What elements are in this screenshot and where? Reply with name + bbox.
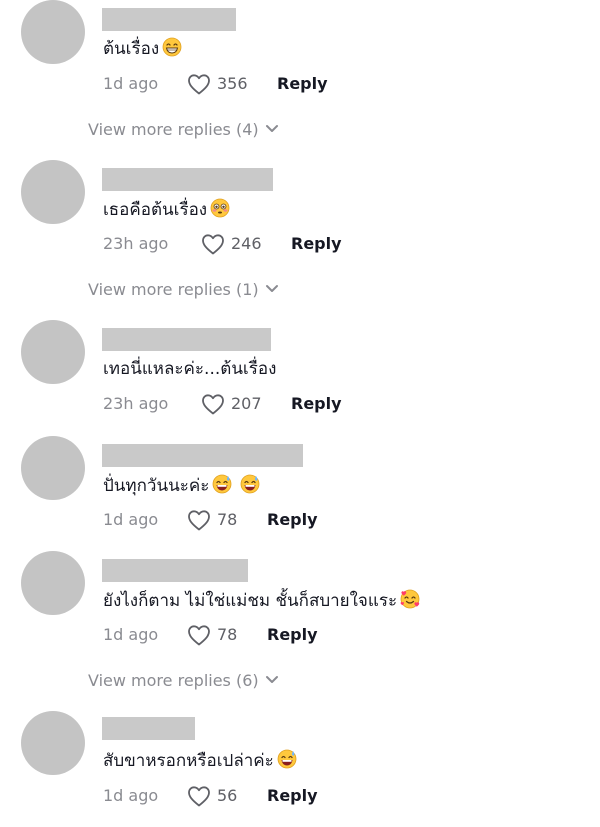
username-placeholder[interactable] xyxy=(102,717,195,740)
like-button[interactable]: 56 xyxy=(187,784,237,808)
comment-list: ต้นเรื่อง 1d ago 356 Reply View more rep… xyxy=(0,0,600,827)
comment-text: ต้นเรื่อง xyxy=(103,37,182,63)
comment-text: เทอนี่แหละค่ะ...ต้นเรื่อง xyxy=(103,358,276,380)
view-more-replies[interactable]: View more replies (4) xyxy=(88,118,279,142)
comment-text-content: ปั่นทุกวันนะค่ะ xyxy=(103,476,210,496)
like-count: 207 xyxy=(231,394,262,413)
heart-icon xyxy=(188,74,210,95)
view-more-label: View more replies (6) xyxy=(88,671,259,690)
sweat-smile-emoji xyxy=(240,474,260,500)
avatar[interactable] xyxy=(21,711,85,775)
username-placeholder[interactable] xyxy=(102,8,236,31)
like-button[interactable]: 356 xyxy=(187,72,248,96)
comment-time: 1d ago xyxy=(103,74,159,93)
reply-button[interactable]: Reply xyxy=(267,784,318,808)
like-button[interactable]: 78 xyxy=(187,508,237,532)
view-more-label: View more replies (1) xyxy=(88,280,259,299)
comment-time: 1d ago xyxy=(103,786,159,805)
comment-text: สับขาหรอกหรือเปล่าค่ะ xyxy=(103,749,297,775)
heart-icon xyxy=(188,625,210,646)
grin-emoji xyxy=(162,37,182,63)
comment-text-content: สับขาหรอกหรือเปล่าค่ะ xyxy=(103,751,274,771)
like-count: 78 xyxy=(217,625,238,644)
view-more-label: View more replies (4) xyxy=(88,120,259,139)
reply-button[interactable]: Reply xyxy=(267,623,318,647)
reply-button[interactable]: Reply xyxy=(277,72,328,96)
reply-button[interactable]: Reply xyxy=(267,508,318,532)
like-button[interactable]: 207 xyxy=(201,392,262,416)
heart-icon xyxy=(188,786,210,807)
sweat-smile-emoji xyxy=(277,749,297,775)
smiling-face-with-hearts-emoji xyxy=(400,589,420,615)
comment-time: 1d ago xyxy=(103,625,159,644)
username-placeholder[interactable] xyxy=(102,168,273,191)
like-count: 56 xyxy=(217,786,238,805)
like-button[interactable]: 78 xyxy=(187,623,237,647)
heart-icon xyxy=(202,394,224,415)
comment-text: ยังไงก็ตาม ไม่ใช่แม่ชม ชั้นก็สบายใจแระ xyxy=(103,589,420,615)
comment-text: เธอคือต้นเรื่อง xyxy=(103,198,230,224)
sweat-smile-emoji xyxy=(212,474,232,500)
comment-text-content: เทอนี่แหละค่ะ...ต้นเรื่อง xyxy=(103,359,277,379)
avatar[interactable] xyxy=(21,0,85,64)
heart-icon xyxy=(188,510,210,531)
username-placeholder[interactable] xyxy=(102,328,271,351)
comment-text: ปั่นทุกวันนะค่ะ xyxy=(103,474,260,500)
comment-time: 1d ago xyxy=(103,510,159,529)
comment-text-content: ต้นเรื่อง xyxy=(103,39,160,59)
comment-time: 23h ago xyxy=(103,394,169,413)
username-placeholder[interactable] xyxy=(102,444,303,467)
heart-icon xyxy=(202,234,224,255)
reply-button[interactable]: Reply xyxy=(291,232,342,256)
view-more-replies[interactable]: View more replies (1) xyxy=(88,278,279,302)
view-more-replies[interactable]: View more replies (6) xyxy=(88,669,279,693)
chevron-down-icon xyxy=(265,285,278,292)
avatar[interactable] xyxy=(21,436,85,500)
like-button[interactable]: 246 xyxy=(201,232,262,256)
chevron-down-icon xyxy=(265,125,278,132)
avatar[interactable] xyxy=(21,320,85,384)
chevron-down-icon xyxy=(265,676,278,683)
like-count: 78 xyxy=(217,510,238,529)
like-count: 246 xyxy=(231,234,262,253)
comment-text-content: เธอคือต้นเรื่อง xyxy=(103,200,208,220)
avatar[interactable] xyxy=(21,551,85,615)
avatar[interactable] xyxy=(21,160,85,224)
reply-button[interactable]: Reply xyxy=(291,392,342,416)
comment-time: 23h ago xyxy=(103,234,169,253)
comment-text-content: ยังไงก็ตาม ไม่ใช่แม่ชม ชั้นก็สบายใจแระ xyxy=(103,591,398,611)
flushed-emoji xyxy=(210,198,230,224)
like-count: 356 xyxy=(217,74,248,93)
username-placeholder[interactable] xyxy=(102,559,248,582)
